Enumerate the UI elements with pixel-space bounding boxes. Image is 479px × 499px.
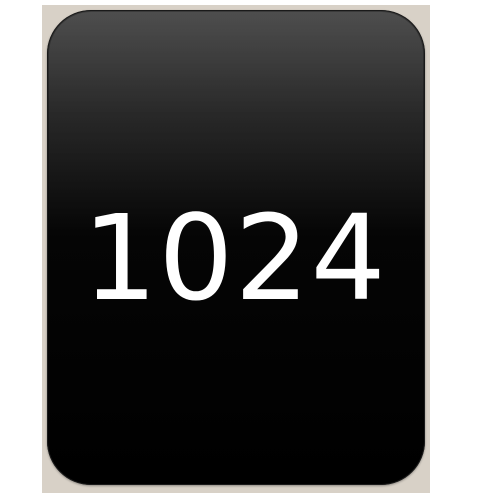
tile-value: 1024 — [82, 189, 387, 327]
number-tile: 1024 — [47, 10, 425, 485]
